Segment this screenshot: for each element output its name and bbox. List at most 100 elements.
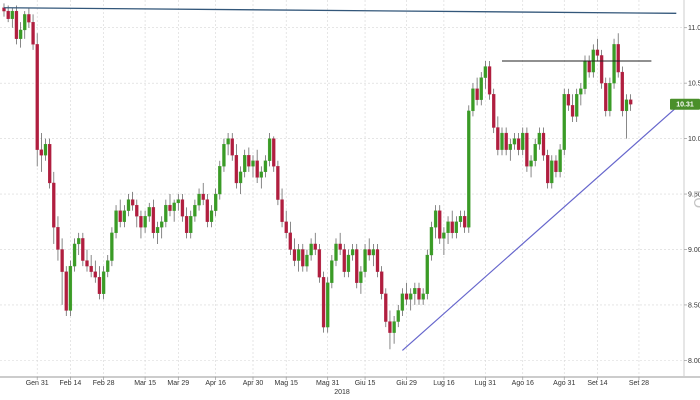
candle-down (85, 260, 89, 267)
year-label: 2018 (334, 389, 350, 396)
candle-up (508, 143, 512, 150)
candle-up (583, 60, 587, 89)
candle-down (168, 204, 172, 211)
x-tick-label: Lug 16 (433, 380, 455, 387)
candle-up (359, 271, 363, 283)
candle-down (151, 207, 156, 234)
candle-up (147, 207, 151, 217)
candle-up (483, 66, 488, 78)
candle-up (251, 160, 255, 167)
candle-up (392, 321, 396, 333)
candle-down (35, 44, 39, 150)
candle-up (458, 216, 463, 222)
candle-down (475, 88, 479, 100)
candle-up (442, 232, 446, 239)
candle-down (52, 182, 56, 228)
candle-down (31, 22, 35, 45)
candle-down (118, 210, 122, 222)
candle-down (504, 132, 508, 150)
x-tick-label: Ago 16 (512, 380, 534, 387)
candle-up (612, 44, 616, 84)
x-tick-label: Apr 16 (205, 380, 226, 387)
candle-up (72, 243, 77, 267)
y-tick-label: 8.00 (688, 358, 700, 365)
candle-down (355, 249, 359, 283)
last-price-tag: 10.31 (670, 98, 700, 110)
candle-up (533, 143, 537, 161)
candle-up (43, 143, 48, 156)
candle-down (338, 243, 342, 250)
candle-up (429, 227, 434, 256)
candle-up (155, 227, 160, 234)
candle-down (570, 105, 575, 117)
candle-up (346, 254, 351, 272)
candle-down (301, 249, 305, 267)
candle-up (263, 160, 268, 173)
candle-down (284, 221, 288, 234)
candle-up (400, 293, 405, 311)
candle-up (521, 132, 525, 150)
x-tick-label: Giu 29 (396, 380, 417, 387)
last-price-value: 10.31 (676, 102, 694, 109)
candle-down (595, 49, 600, 56)
candle-up (350, 249, 355, 256)
x-tick-label: Apr 30 (243, 380, 264, 387)
x-tick-label: Mar 29 (167, 380, 189, 387)
candle-down (388, 321, 392, 333)
candle-up (68, 265, 73, 311)
candle-up (409, 293, 413, 300)
candle-down (616, 44, 620, 73)
candle-up (77, 238, 81, 245)
y-tick-label: 11.00 (688, 25, 700, 32)
candle-down (60, 249, 64, 272)
candle-down (93, 271, 97, 278)
candle-up (309, 243, 313, 256)
candle-up (550, 160, 554, 184)
candle-up (467, 110, 471, 228)
candle-down (313, 243, 317, 250)
candle-up (122, 210, 126, 222)
candlestick-chart: Gen 31 Feb 14 Feb 28 Mar 15 Mar 29 Apr 16 Apr … (0, 0, 700, 400)
candle-up (160, 221, 164, 228)
candle-up (454, 221, 459, 234)
candle-down (6, 10, 10, 19)
candle-down (417, 288, 421, 300)
candle-up (330, 260, 334, 283)
candle-up (164, 204, 168, 222)
x-tick-label: Feb 14 (60, 380, 82, 387)
candle-down (546, 155, 550, 184)
candle-down (492, 94, 496, 128)
candle-down (201, 193, 205, 200)
candle-up (222, 143, 226, 167)
candle-up (305, 254, 309, 267)
candle-up (172, 202, 176, 211)
x-tick-label: Giu 15 (355, 380, 376, 387)
watermark-text: LO (690, 190, 700, 208)
candle-down (438, 210, 442, 239)
x-tick-label: Mar 15 (134, 380, 156, 387)
candle-down (516, 138, 521, 150)
candle-down (288, 232, 293, 250)
candle-down (255, 160, 259, 178)
candle-up (471, 88, 475, 112)
candle-down (247, 155, 251, 167)
candle-down (81, 238, 85, 261)
candle-down (234, 155, 239, 184)
candle-down (272, 138, 276, 167)
x-tick-label: Ago 31 (553, 380, 575, 387)
candle-down (14, 10, 19, 39)
candle-up (226, 138, 230, 145)
candle-up (243, 155, 247, 173)
candle-up (296, 249, 301, 261)
y-tick-label: 10.50 (688, 81, 700, 88)
candle-up (433, 210, 438, 228)
candle-up (334, 243, 338, 261)
candle-up (363, 249, 367, 272)
candle-down (496, 127, 500, 150)
candle-up (479, 77, 483, 100)
candle-down (89, 265, 93, 272)
candle-down (379, 271, 384, 294)
candle-down (64, 271, 68, 311)
candle-down (48, 143, 52, 184)
candle-up (213, 193, 218, 211)
